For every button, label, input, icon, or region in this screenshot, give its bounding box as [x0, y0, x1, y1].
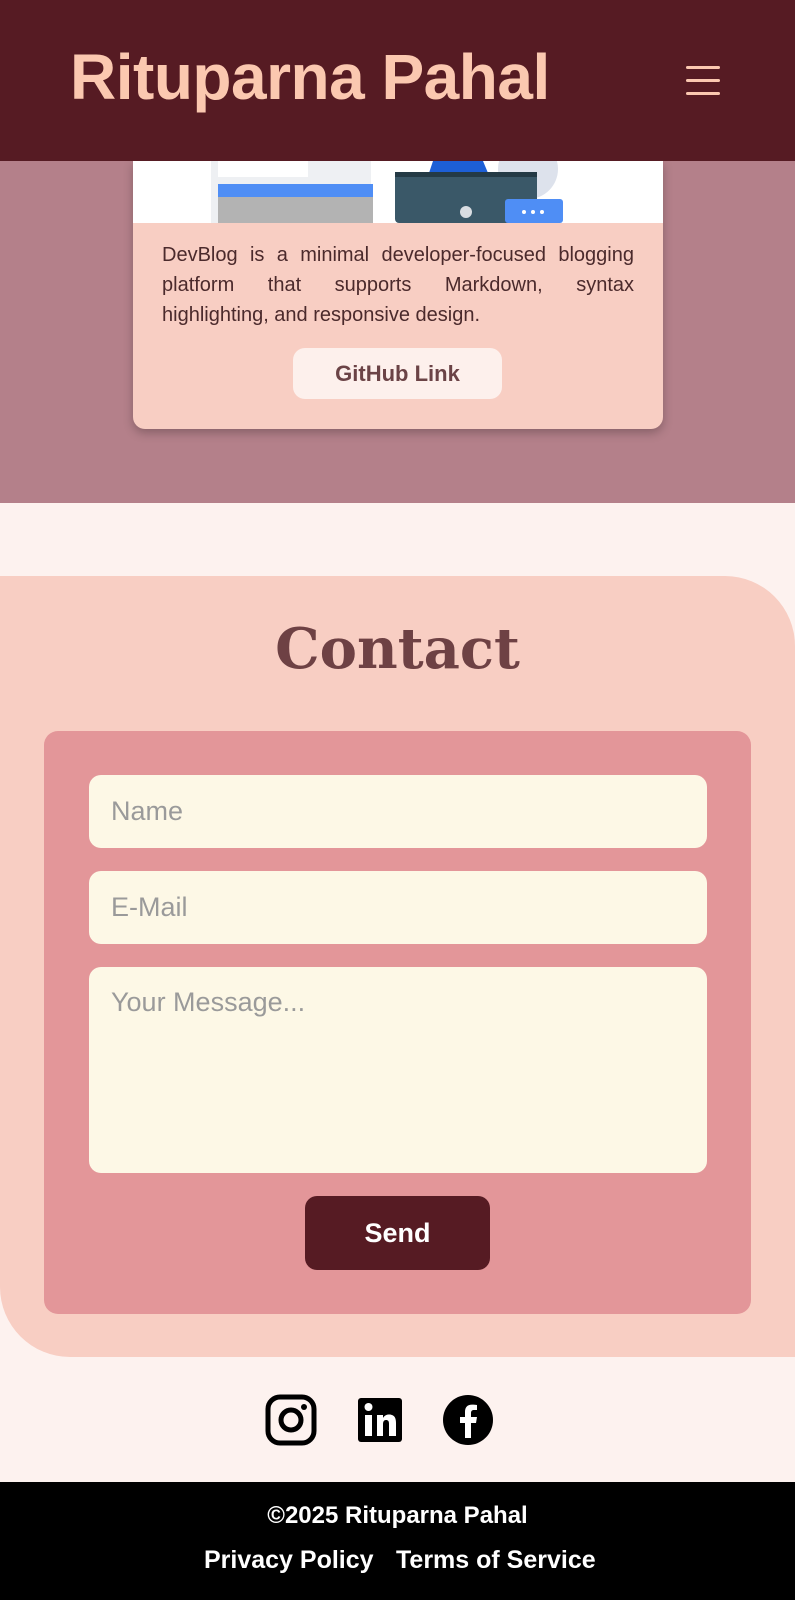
- linkedin-icon[interactable]: [352, 1392, 408, 1448]
- instagram-icon[interactable]: [263, 1392, 319, 1448]
- facebook-icon[interactable]: [440, 1392, 496, 1448]
- contact-section: Contact Send: [0, 576, 795, 1357]
- hamburger-menu-icon[interactable]: [686, 66, 720, 96]
- site-footer: ©2025 Rituparna Pahal Privacy Policy Ter…: [0, 1482, 795, 1600]
- privacy-policy-link[interactable]: Privacy Policy: [204, 1546, 374, 1575]
- social-links: [0, 1392, 795, 1448]
- contact-title: Contact: [275, 616, 520, 682]
- menu-bar: [686, 79, 720, 82]
- message-textarea[interactable]: [89, 967, 707, 1173]
- contact-form: Send: [44, 731, 751, 1314]
- copyright-text: ©2025 Rituparna Pahal: [267, 1502, 528, 1529]
- project-card: DevBlog is a minimal developer-focused b…: [133, 161, 663, 429]
- email-input[interactable]: [89, 871, 707, 944]
- github-link-button[interactable]: GitHub Link: [293, 348, 502, 399]
- project-description: DevBlog is a minimal developer-focused b…: [162, 244, 634, 326]
- project-illustration: [133, 161, 663, 223]
- send-button[interactable]: Send: [305, 1196, 490, 1270]
- site-title: Rituparna Pahal: [70, 41, 550, 113]
- name-input[interactable]: [89, 775, 707, 848]
- site-header: Rituparna Pahal: [0, 0, 795, 161]
- menu-bar: [686, 92, 720, 95]
- terms-of-service-link[interactable]: Terms of Service: [396, 1546, 596, 1575]
- menu-bar: [686, 66, 720, 69]
- projects-section: DevBlog is a minimal developer-focused b…: [0, 161, 795, 503]
